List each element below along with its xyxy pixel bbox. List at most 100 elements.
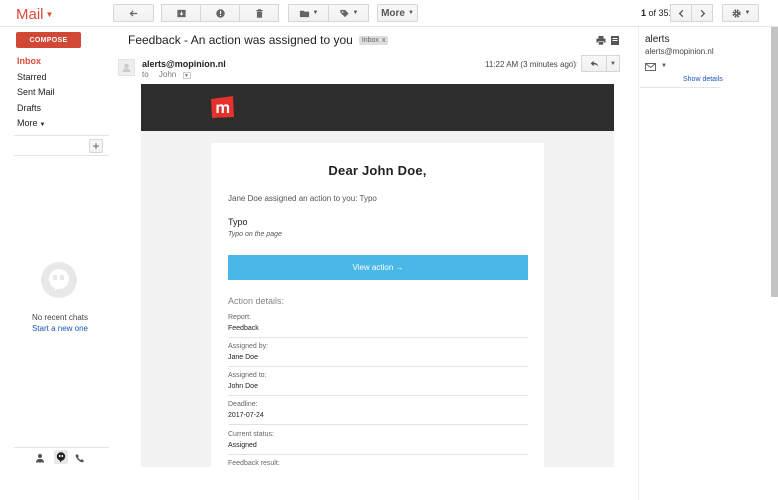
print-button[interactable]: [596, 36, 606, 48]
detail-value: Jane Doe: [228, 354, 258, 361]
sidebar-item-label: Starred: [17, 72, 47, 82]
brand-label: Mail: [16, 6, 44, 23]
show-details-link[interactable]: Show details: [683, 76, 723, 83]
detail-value: John Doe: [228, 383, 258, 390]
older-button[interactable]: [691, 4, 713, 22]
mopinion-logo-icon: [211, 96, 234, 118]
divider: [14, 447, 109, 448]
labels-button[interactable]: ▼: [328, 4, 369, 22]
divider: [14, 135, 109, 136]
no-recent-chats-text: No recent chats: [31, 313, 89, 322]
scrollbar[interactable]: [771, 27, 778, 297]
label-chip-text: Inbox: [361, 37, 379, 44]
sidebar-item-starred[interactable]: Starred: [17, 72, 47, 82]
compose-button[interactable]: COMPOSE: [16, 32, 81, 48]
compose-label: COMPOSE: [29, 36, 68, 44]
sidebar-item-inbox[interactable]: Inbox: [17, 56, 41, 66]
email-card: Dear John Doe, Jane Doe assigned an acti…: [211, 143, 544, 467]
new-window-icon: [611, 36, 619, 45]
reply-icon: [590, 60, 598, 67]
email-header-banner: [141, 84, 614, 131]
sidebar-item-drafts[interactable]: Drafts: [17, 103, 41, 113]
person-icon: [36, 454, 44, 463]
contact-name: alerts: [645, 34, 670, 45]
back-to-inbox-button[interactable]: [113, 4, 154, 22]
email-greeting: Dear John Doe,: [328, 163, 427, 178]
divider: [228, 454, 528, 455]
detail-label: Assigned to:: [228, 372, 267, 379]
chevron-down-icon: ▼: [45, 10, 54, 19]
more-actions-label: More: [381, 7, 405, 19]
divider: [640, 87, 720, 88]
sender-email[interactable]: alerts@mopinion.nl: [142, 59, 226, 69]
organize-button-group: ▼ ▼: [288, 4, 369, 22]
sidebar-item-sent-mail[interactable]: Sent Mail: [17, 87, 55, 97]
phone-icon: [75, 454, 84, 463]
contacts-tab[interactable]: [35, 453, 45, 466]
message-time: 11:22 AM (3 minutes ago): [485, 60, 577, 69]
sidebar-item-label: More: [17, 118, 38, 128]
chevron-down-icon[interactable]: ▼: [661, 63, 667, 69]
pager-nav: [670, 4, 713, 22]
message-subject: Feedback - An action was assigned to you…: [128, 33, 389, 47]
subject-part-b: - An action was assigned to you: [180, 33, 353, 47]
mail-menu[interactable]: Mail ▼: [16, 6, 53, 23]
detail-label: Deadline:: [228, 401, 258, 408]
chevron-down-icon: ▼: [407, 10, 414, 16]
email-body: Dear John Doe, Jane Doe assigned an acti…: [141, 84, 614, 467]
quote-bubble-icon: [56, 452, 66, 463]
gear-icon: [731, 8, 741, 18]
sidebar-item-more[interactable]: More ▼: [17, 118, 45, 128]
report-spam-button[interactable]: [200, 4, 240, 22]
view-action-button[interactable]: View action →: [228, 255, 528, 280]
folder-icon: [299, 10, 309, 17]
archive-icon: [176, 9, 186, 17]
trash-icon: [255, 8, 263, 18]
detail-label: Feedback result:: [228, 460, 280, 467]
arrow-left-icon: [129, 9, 138, 17]
pager-text: 1 of 351: [641, 8, 674, 18]
detail-value: 2017-07-24: [228, 412, 264, 419]
recipient-line: to John ▼: [142, 70, 191, 79]
reply-button[interactable]: [581, 55, 607, 72]
pager-range: 1: [641, 8, 647, 18]
action-description: Typo on the page: [228, 231, 282, 238]
archive-button[interactable]: [161, 4, 201, 22]
add-chat-button[interactable]: +: [89, 139, 103, 153]
phone-tab[interactable]: [75, 453, 85, 466]
move-to-button[interactable]: ▼: [288, 4, 329, 22]
person-icon: [122, 63, 131, 72]
star-icon[interactable]: ☆: [569, 57, 579, 70]
new-window-button[interactable]: [611, 36, 619, 48]
detail-label: Current status:: [228, 431, 274, 438]
chevron-down-icon: ▼: [352, 10, 359, 16]
hangouts-tab[interactable]: [54, 450, 68, 464]
details-heading: Action details:: [228, 296, 285, 306]
view-action-label: View action →: [352, 263, 404, 272]
reply-more-button[interactable]: ▼: [606, 55, 620, 72]
divider: [638, 27, 639, 500]
detail-value: Feedback: [228, 325, 259, 332]
sidebar-item-label: Drafts: [17, 103, 42, 113]
hangouts-icon: [41, 262, 77, 298]
chevron-down-icon: ▼: [184, 73, 189, 79]
to-prefix: to: [142, 70, 149, 79]
divider: [228, 395, 528, 396]
envelope-icon: [645, 63, 656, 71]
subject-part-a: Feedback: [128, 33, 181, 47]
contact-email: alerts@mopinion.nl: [645, 47, 714, 56]
label-icon: [339, 9, 349, 17]
start-new-chat-link[interactable]: Start a new one: [14, 324, 106, 333]
newer-button[interactable]: [670, 4, 692, 22]
avatar: [118, 59, 135, 76]
email-intro: Jane Doe assigned an action to you: Typo: [228, 194, 377, 203]
show-details-dropdown[interactable]: ▼: [182, 72, 191, 79]
email-contact-button[interactable]: [645, 62, 656, 74]
inbox-label-chip[interactable]: Inbox x: [358, 36, 389, 45]
detail-value: Assigned: [228, 442, 257, 449]
settings-button[interactable]: ▼: [722, 4, 759, 22]
more-actions-button[interactable]: More ▼: [377, 4, 418, 22]
printer-icon: [596, 36, 606, 46]
remove-label-icon[interactable]: x: [382, 37, 386, 44]
delete-button[interactable]: [239, 4, 279, 22]
